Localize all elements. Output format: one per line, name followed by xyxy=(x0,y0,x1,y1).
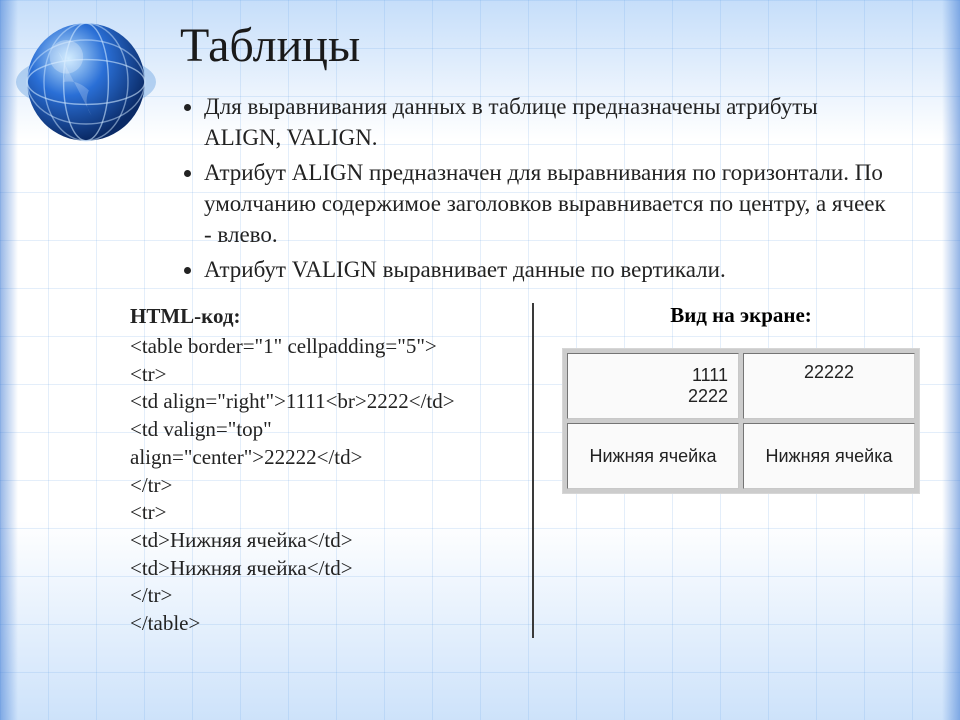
code-line: align="center">22222</td> xyxy=(130,444,504,472)
html-code-column: HTML-код: <table border="1" cellpadding=… xyxy=(130,303,504,638)
cell-value: 22222 xyxy=(804,362,854,382)
code-line: </tr> xyxy=(130,472,504,500)
column-divider xyxy=(532,303,534,638)
code-line: <td>Нижняя ячейка</td> xyxy=(130,555,504,583)
cell-value: Нижняя ячейка xyxy=(589,446,716,466)
bullet-item: Атрибут ALIGN предназначен для выравнива… xyxy=(204,157,890,250)
code-line: </tr> xyxy=(130,582,504,610)
view-label: Вид на экране: xyxy=(562,303,920,328)
code-label: HTML-код: xyxy=(130,303,504,331)
bullet-item: Для выравнивания данных в таблице предна… xyxy=(204,91,890,153)
code-line: <td>Нижняя ячейка</td> xyxy=(130,527,504,555)
code-line: <tr> xyxy=(130,361,504,389)
screen-view-column: Вид на экране: 1111 2222 22222 Нижняя яч… xyxy=(562,303,920,638)
table-cell-top-right: 22222 xyxy=(743,353,915,419)
bullet-list: Для выравнивания данных в таблице предна… xyxy=(180,91,890,285)
demo-table: 1111 2222 22222 Нижняя ячейка Нижняя яче… xyxy=(562,348,920,494)
code-line: <td valign="top" xyxy=(130,416,504,444)
slide-title: Таблицы xyxy=(180,18,900,73)
table-cell-top-left: 1111 2222 xyxy=(567,353,739,419)
cell-value: Нижняя ячейка xyxy=(765,446,892,466)
cell-value: 1111 xyxy=(692,365,728,385)
code-line: <table border="1" cellpadding="5"> xyxy=(130,333,504,361)
code-line: <td align="right">1111<br>2222</td> xyxy=(130,388,504,416)
table-row: Нижняя ячейка Нижняя ячейка xyxy=(567,423,915,489)
cell-value: 2222 xyxy=(688,386,728,406)
bullet-item: Атрибут VALIGN выравнивает данные по вер… xyxy=(204,254,890,285)
code-line: <tr> xyxy=(130,499,504,527)
table-row: 1111 2222 22222 xyxy=(567,353,915,419)
table-cell-bottom-left: Нижняя ячейка xyxy=(567,423,739,489)
code-line: </table> xyxy=(130,610,504,638)
table-cell-bottom-right: Нижняя ячейка xyxy=(743,423,915,489)
